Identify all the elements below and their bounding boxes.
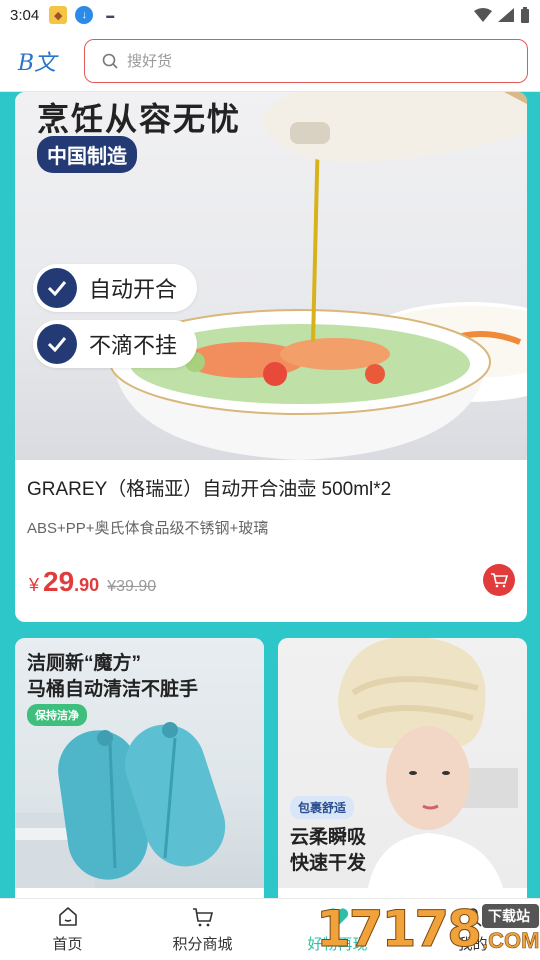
cart-icon — [491, 573, 508, 588]
watermark-site: 下载站 — [481, 904, 540, 928]
product-tag: 包裹舒适 — [290, 796, 355, 819]
header: B文 搜好货 — [0, 30, 540, 92]
check-icon — [37, 268, 77, 308]
app-notification-icon: ◆ — [49, 6, 68, 24]
search-input[interactable]: 搜好货 — [84, 38, 528, 83]
status-time: 3:04 — [10, 6, 40, 24]
download-icon: ↓ — [75, 6, 94, 24]
product-info: GRAREY（格瑞亚）自动开合油壶 500ml*2 ABS+PP+奥氏体食品级不… — [15, 460, 527, 538]
hero-title: 烹饪从容无忧 — [37, 101, 242, 137]
site-watermark: 17178 下载站 .COM — [316, 900, 540, 959]
tab-points-mall[interactable]: 积分商城 — [135, 899, 270, 960]
feature-no-drip: 不滴不挂 — [33, 320, 198, 368]
product-title-line: 洁厕新“魔方” — [27, 653, 142, 674]
product-feed[interactable]: 烹饪从容无忧 中国制造 自动开合 不滴不挂 GRAREY（格瑞亚）自动开合油壶 … — [0, 92, 540, 898]
battery-icon — [521, 7, 529, 23]
tab-home[interactable]: 首页 — [0, 899, 135, 960]
check-icon — [37, 324, 77, 364]
search-placeholder: 搜好货 — [127, 53, 173, 70]
misc-notification-icon: ▬ — [106, 10, 115, 20]
status-right — [474, 7, 530, 23]
product-subtitle: ABS+PP+奥氏体食品级不锈钢+玻璃 — [27, 520, 269, 537]
price: ¥ 29 .90 ¥39.90 — [29, 566, 156, 598]
price-currency: ¥ — [29, 575, 40, 595]
app-logo[interactable]: B文 — [12, 41, 62, 81]
product-card[interactable]: 包裹舒适 云柔瞬吸 快速干发 — [278, 638, 527, 898]
tab-label: 积分商城 — [172, 936, 233, 953]
logo-text: B文 — [17, 50, 57, 76]
product-card[interactable]: 洁厕新“魔方” 马桶自动清洁不脏手 保持洁净 — [15, 638, 264, 898]
product-tag: 保持洁净 — [27, 704, 87, 726]
watermark-number: 17178 — [316, 900, 483, 959]
featured-product-image: 烹饪从容无忧 中国制造 自动开合 不滴不挂 — [15, 92, 527, 460]
tab-label: 首页 — [52, 936, 83, 953]
watermark-right: 下载站 .COM — [481, 904, 540, 954]
product-title-line: 快速干发 — [290, 853, 367, 874]
product-image: 洁厕新“魔方” 马桶自动清洁不脏手 保持洁净 — [15, 638, 264, 888]
price-decimal: .90 — [74, 575, 100, 595]
wifi-icon — [474, 8, 492, 22]
product-title: GRAREY（格瑞亚）自动开合油壶 500ml*2 — [27, 479, 392, 500]
notification-icons: ◆ ↓ ▬ — [49, 6, 119, 24]
feature-label: 不滴不挂 — [89, 333, 178, 358]
product-image: 包裹舒适 云柔瞬吸 快速干发 — [278, 638, 527, 888]
price-integer: 29 — [43, 566, 75, 597]
search-icon — [102, 53, 118, 69]
original-price: ¥39.90 — [107, 578, 157, 595]
product-title-line: 云柔瞬吸 — [290, 827, 367, 848]
signal-icon — [498, 8, 514, 22]
watermark-domain: .COM — [481, 928, 540, 954]
status-bar: 3:04 ◆ ↓ ▬ — [0, 0, 540, 30]
cart-icon — [192, 908, 213, 927]
home-icon — [58, 907, 77, 926]
add-to-cart-button[interactable] — [483, 564, 515, 596]
featured-product-card[interactable]: 烹饪从容无忧 中国制造 自动开合 不滴不挂 GRAREY（格瑞亚）自动开合油壶 … — [15, 92, 527, 622]
feature-auto-open: 自动开合 — [33, 264, 198, 312]
feature-label: 自动开合 — [89, 277, 178, 302]
product-title-line: 马桶自动清洁不脏手 — [27, 679, 199, 700]
hero-badge: 中国制造 — [37, 136, 137, 173]
